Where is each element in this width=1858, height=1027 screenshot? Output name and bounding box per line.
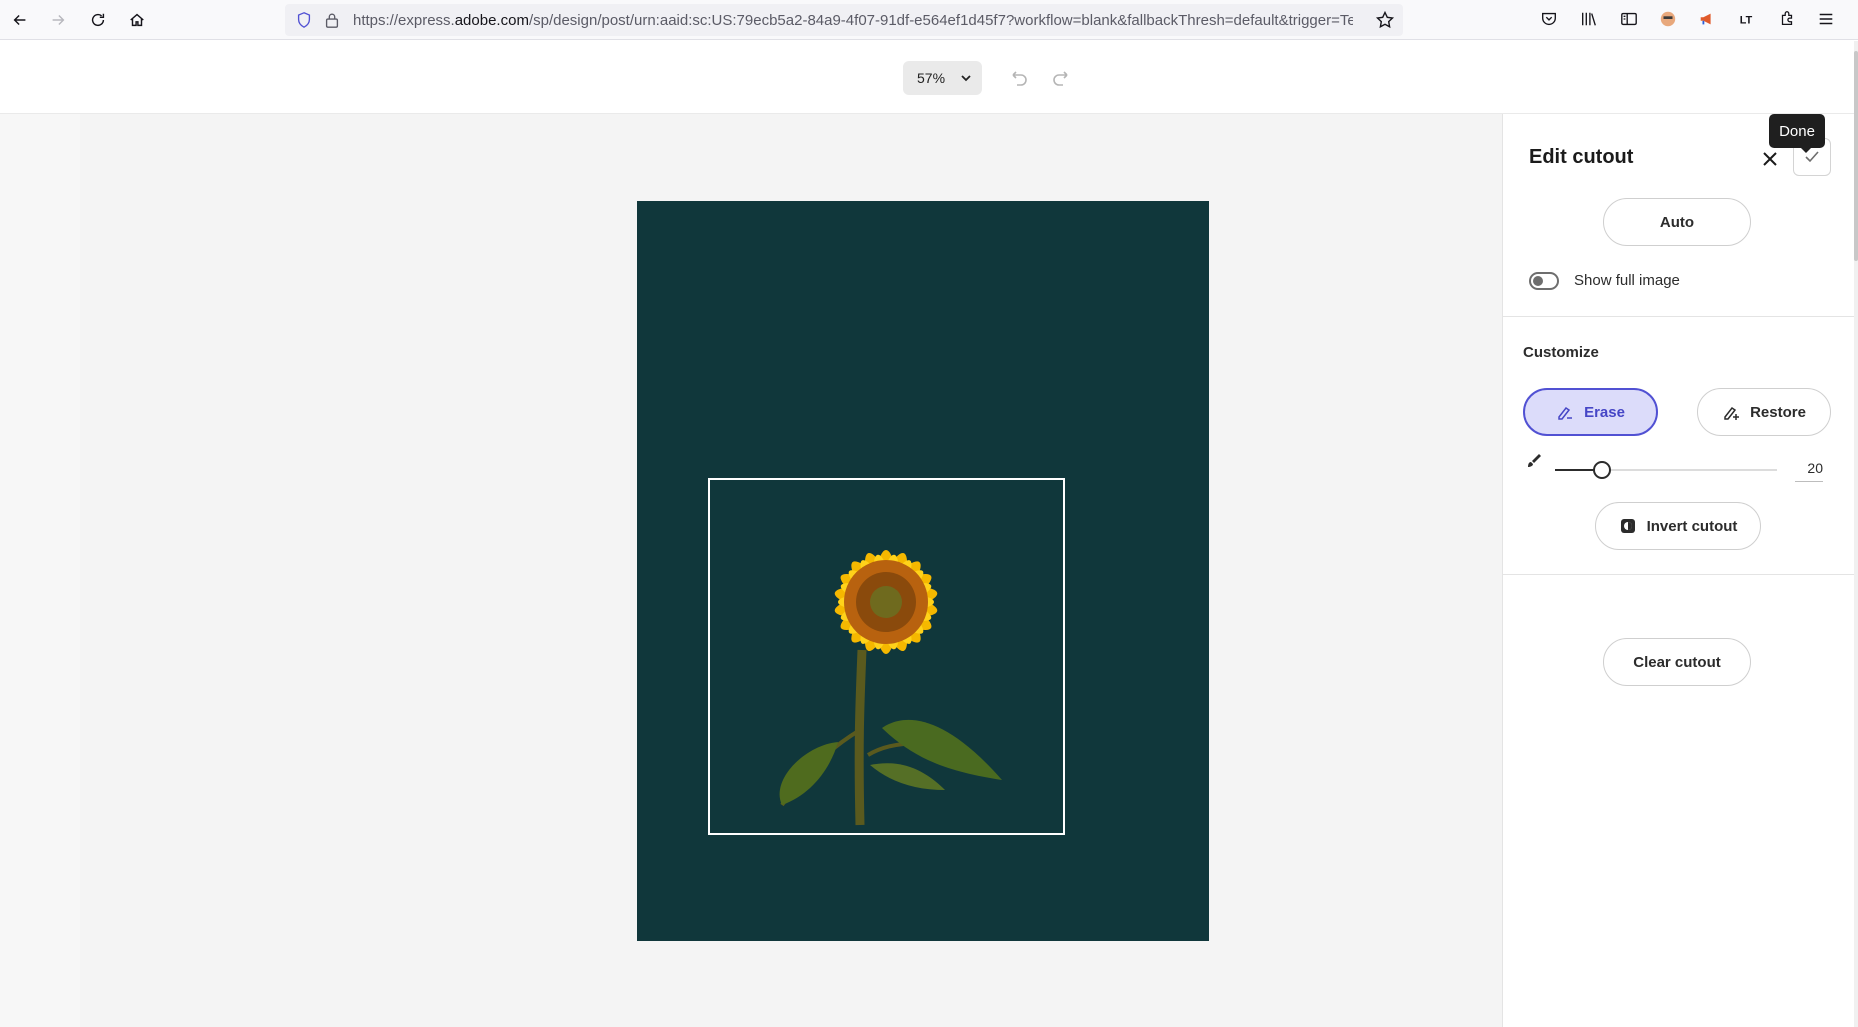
panel-title: Edit cutout bbox=[1529, 146, 1634, 168]
svg-text:LT: LT bbox=[1740, 15, 1753, 27]
browser-toolbar: https://express.adobe.com/sp/design/post… bbox=[0, 0, 1858, 40]
brush-size-icon bbox=[1528, 454, 1541, 467]
zoom-select[interactable]: 57% bbox=[903, 61, 982, 95]
done-tooltip: Done bbox=[1769, 114, 1825, 153]
back-icon[interactable] bbox=[7, 7, 33, 33]
edit-cutout-panel: Edit cutout Auto Show full image Customi… bbox=[1502, 114, 1855, 1027]
invert-icon bbox=[1620, 519, 1635, 533]
forward-icon[interactable] bbox=[45, 7, 71, 33]
redo-icon[interactable] bbox=[1050, 66, 1074, 90]
lock-icon[interactable] bbox=[323, 11, 341, 29]
canvas-area[interactable] bbox=[0, 114, 1502, 1027]
reload-icon[interactable] bbox=[85, 7, 111, 33]
url-bar[interactable]: https://express.adobe.com/sp/design/post… bbox=[285, 4, 1403, 36]
show-full-image-label: Show full image bbox=[1574, 272, 1680, 289]
chevron-down-icon bbox=[961, 75, 971, 82]
zoom-value: 57% bbox=[917, 70, 946, 86]
invert-cutout-button[interactable]: Invert cutout bbox=[1595, 502, 1761, 550]
customize-heading: Customize bbox=[1523, 344, 1599, 361]
clear-cutout-button[interactable]: Clear cutout bbox=[1603, 638, 1751, 686]
undo-icon[interactable] bbox=[1006, 66, 1030, 90]
restore-brush-icon bbox=[1724, 406, 1740, 420]
divider bbox=[1503, 574, 1855, 575]
brush-size-slider-thumb[interactable] bbox=[1593, 461, 1611, 479]
profile-avatar-icon[interactable] bbox=[1657, 8, 1679, 30]
sidebar-icon[interactable] bbox=[1618, 8, 1640, 30]
brush-size-value[interactable]: 20 bbox=[1795, 460, 1823, 482]
tracking-shield-icon[interactable] bbox=[295, 11, 313, 29]
extensions-icon[interactable] bbox=[1776, 8, 1798, 30]
erase-brush-icon bbox=[1558, 406, 1573, 420]
bookmark-star-icon[interactable] bbox=[1375, 10, 1395, 30]
erase-label: Erase bbox=[1584, 403, 1625, 421]
erase-button[interactable]: Erase bbox=[1523, 388, 1658, 436]
menu-icon[interactable] bbox=[1815, 8, 1837, 30]
show-full-image-toggle[interactable] bbox=[1529, 272, 1559, 290]
megaphone-icon[interactable] bbox=[1696, 8, 1718, 30]
restore-button[interactable]: Restore bbox=[1697, 388, 1831, 436]
library-icon[interactable] bbox=[1578, 8, 1600, 30]
artboard[interactable] bbox=[637, 201, 1209, 941]
url-text: https://express.adobe.com/sp/design/post… bbox=[353, 12, 1353, 29]
close-icon[interactable] bbox=[1759, 148, 1781, 170]
page-scrollbar[interactable] bbox=[1854, 41, 1858, 1027]
divider bbox=[1503, 316, 1855, 317]
invert-label: Invert cutout bbox=[1646, 517, 1738, 535]
sunflower-image bbox=[779, 550, 1002, 826]
cutout-selection-frame[interactable] bbox=[708, 478, 1065, 835]
restore-label: Restore bbox=[1750, 403, 1806, 421]
pocket-icon[interactable] bbox=[1538, 8, 1560, 30]
editor-topbar: 57% bbox=[0, 41, 1858, 114]
languagetool-icon[interactable]: LT bbox=[1736, 8, 1758, 30]
canvas-left-gutter bbox=[0, 114, 80, 1027]
auto-button[interactable]: Auto bbox=[1603, 198, 1751, 246]
home-icon[interactable] bbox=[124, 7, 150, 33]
